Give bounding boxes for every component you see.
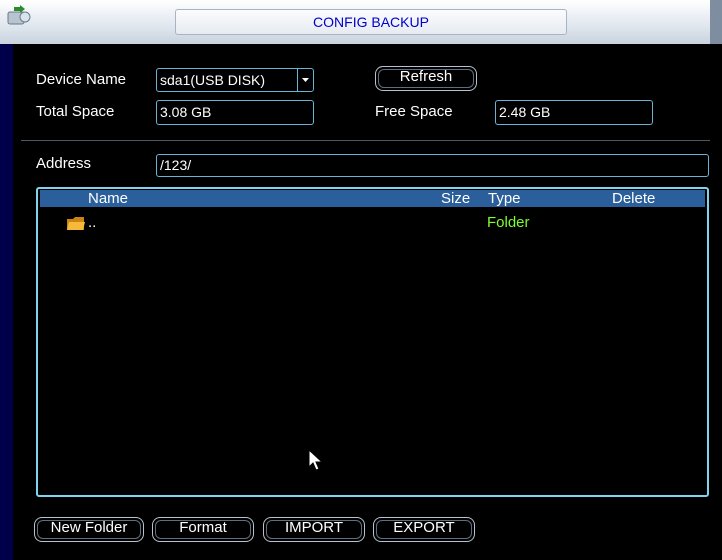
column-delete: Delete xyxy=(612,190,656,207)
titlebar-edge xyxy=(710,0,722,44)
chevron-down-icon xyxy=(302,78,309,82)
title-bar: CONFIG BACKUP xyxy=(0,0,722,44)
column-size: Size xyxy=(441,190,471,207)
mouse-cursor-icon xyxy=(308,449,324,471)
folder-icon xyxy=(67,217,85,230)
import-button[interactable]: IMPORT xyxy=(263,517,365,542)
free-space-field: 2.48 GB xyxy=(495,100,653,125)
row-name: .. xyxy=(88,214,97,231)
column-type: Type xyxy=(488,190,521,207)
address-label: Address xyxy=(36,155,92,172)
free-space-label: Free Space xyxy=(375,103,453,120)
config-backup-window: CONFIG BACKUP Device Name sda1(USB DISK)… xyxy=(0,0,722,560)
backup-app-icon xyxy=(7,5,31,25)
section-divider xyxy=(21,140,710,141)
export-button[interactable]: EXPORT xyxy=(373,517,475,542)
column-name: Name xyxy=(88,190,129,207)
file-list: Name Size Type Delete .. Folder xyxy=(36,187,709,497)
file-list-header: Name Size Type Delete xyxy=(40,190,705,207)
address-field[interactable]: /123/ xyxy=(156,154,709,177)
dropdown-toggle[interactable] xyxy=(297,69,313,91)
device-name-value: sda1(USB DISK) xyxy=(160,72,266,88)
row-type: Folder xyxy=(487,214,530,231)
format-button[interactable]: Format xyxy=(152,517,254,542)
total-space-label: Total Space xyxy=(36,103,115,120)
window-title: CONFIG BACKUP xyxy=(175,9,567,35)
new-folder-button[interactable]: New Folder xyxy=(34,517,144,542)
device-name-select[interactable]: sda1(USB DISK) xyxy=(156,68,314,92)
device-name-label: Device Name xyxy=(36,71,127,88)
total-space-field: 3.08 GB xyxy=(156,100,314,125)
refresh-button[interactable]: Refresh xyxy=(375,66,477,91)
